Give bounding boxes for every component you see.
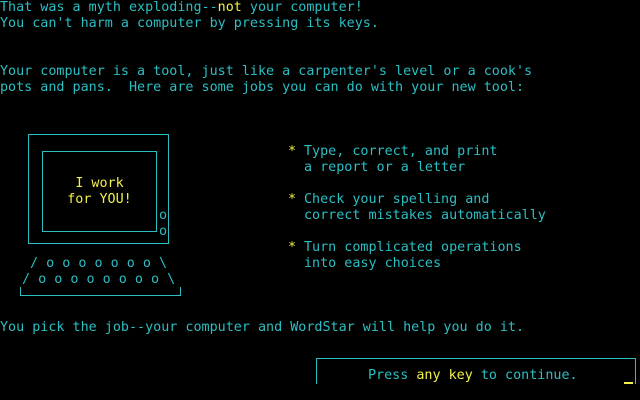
keyboard-row-2: / o o o o o o o o \	[22, 272, 176, 287]
screen-text-line-2: for YOU!	[67, 192, 132, 207]
intro-line-1-c: your computer!	[241, 0, 363, 15]
monitor-outer-top	[28, 134, 169, 135]
screen-top	[42, 151, 157, 152]
job-2-line-2: correct mistakes automatically	[304, 208, 546, 223]
monitor-outer-right	[168, 134, 169, 244]
tool-line-2: pots and pans. Here are some jobs you ca…	[0, 80, 525, 95]
job-3-line-1: Turn complicated operations	[304, 240, 522, 255]
intro-line-1-a: That was a myth exploding--	[0, 0, 218, 15]
job-2-bullet-icon: *	[288, 192, 297, 207]
intro-emphasis-not: not	[217, 0, 242, 15]
continue-prompt-text: Press any key to continue.	[368, 368, 578, 384]
job-3-bullet-icon: *	[288, 240, 297, 255]
prompt-box-left	[316, 358, 317, 384]
intro-line-1: That was a myth exploding--not your comp…	[0, 0, 363, 16]
footer-text: You pick the job--your computer and Word…	[0, 320, 525, 335]
job-1-line-2: a report or a letter	[304, 160, 466, 175]
keyboard-bottom-edge	[20, 295, 181, 296]
screen-text-line-1: I work	[75, 176, 124, 191]
tool-line-1: Your computer is a tool, just like a car…	[0, 64, 533, 79]
prompt-text-a: Press	[368, 368, 417, 383]
prompt-any-key: any key	[416, 368, 473, 383]
monitor-knob-2: o	[159, 224, 168, 239]
monitor-knob-1: o	[159, 208, 168, 223]
prompt-box-right	[635, 358, 636, 384]
job-2-line-1: Check your spelling and	[304, 192, 490, 207]
prompt-box-top	[316, 358, 636, 359]
intro-line-2: You can't harm a computer by pressing it…	[0, 16, 379, 31]
screen-bottom	[42, 231, 157, 232]
monitor-outer-left	[28, 134, 29, 244]
keyboard-row-1: / o o o o o o o \	[30, 256, 168, 271]
job-1-line-1: Type, correct, and print	[304, 144, 498, 159]
prompt-text-c: to continue.	[472, 368, 578, 383]
job-1-bullet-icon: *	[288, 144, 297, 159]
job-3-line-2: into easy choices	[304, 256, 442, 271]
continue-prompt-box[interactable]: Press any key to continue.	[316, 358, 636, 400]
monitor-outer-bottom	[28, 243, 169, 244]
text-cursor	[624, 382, 633, 384]
